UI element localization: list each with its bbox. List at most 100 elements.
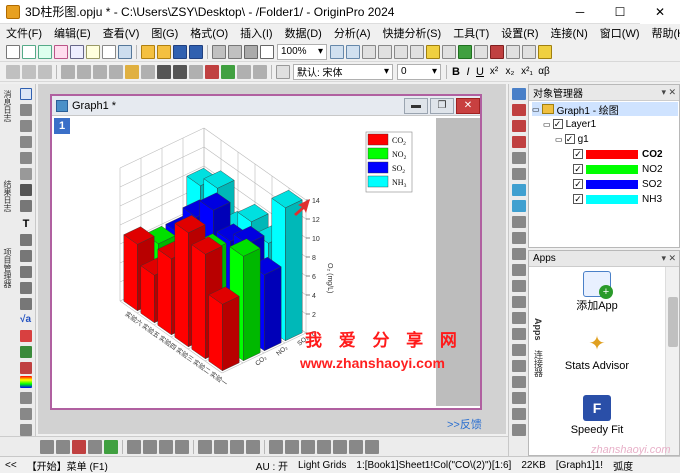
superscript-button[interactable]: x²	[486, 66, 502, 77]
layer-indicator[interactable]: 1	[54, 118, 70, 134]
import-icon[interactable]	[212, 44, 226, 59]
underline-button[interactable]: U	[474, 66, 486, 78]
image-tool-icon[interactable]	[20, 330, 32, 342]
selector-icon[interactable]	[20, 184, 32, 196]
collapse-icon[interactable]: ▭	[543, 120, 551, 129]
tree-series-so2[interactable]: ✓ SO2	[573, 177, 662, 191]
menu-window[interactable]: 窗口(W)	[594, 25, 646, 41]
menu-help[interactable]: 帮助(H)	[646, 25, 680, 41]
data-reader-icon[interactable]	[221, 64, 235, 79]
command-window-icon[interactable]	[442, 44, 456, 59]
stat-plot-icon[interactable]	[512, 216, 526, 228]
ternary-icon[interactable]	[512, 296, 526, 308]
align-bottom-icon[interactable]	[246, 439, 260, 454]
smith-chart-icon[interactable]	[512, 312, 526, 324]
layer-info-icon[interactable]	[253, 64, 267, 79]
menu-graph[interactable]: 图(G)	[145, 25, 184, 41]
new-matrix-icon[interactable]	[38, 44, 52, 59]
rescale-icon[interactable]	[61, 64, 75, 79]
find-icon[interactable]	[490, 44, 504, 59]
refresh-icon[interactable]	[362, 44, 376, 59]
status-start-menu[interactable]: 【开始】菜单 (F1)	[22, 458, 113, 473]
histogram-icon[interactable]	[512, 376, 526, 388]
heatmap-icon[interactable]	[512, 392, 526, 404]
table-icon[interactable]	[173, 64, 187, 79]
tree-series-nh3[interactable]: ✓ NH3	[573, 192, 662, 206]
graph-minimize-button[interactable]: ▬	[404, 97, 428, 114]
new-layout-icon[interactable]	[70, 44, 84, 59]
screen-reader-icon[interactable]	[20, 152, 32, 164]
new-graph-icon[interactable]	[54, 44, 68, 59]
legend-icon[interactable]	[189, 64, 203, 79]
3d-bar-icon[interactable]	[512, 424, 526, 436]
tree-group[interactable]: ▭ ✓ g1	[555, 132, 589, 146]
script-icon[interactable]	[458, 44, 472, 59]
polygon-tool-icon[interactable]	[20, 408, 32, 420]
zoom-pan-icon[interactable]	[20, 104, 32, 116]
feedback-link[interactable]: >>反馈	[447, 416, 482, 432]
pane-controls[interactable]: ▾ ✕	[661, 253, 679, 264]
pie-plot-icon[interactable]	[512, 344, 526, 356]
group-icon[interactable]	[93, 64, 107, 79]
menu-view[interactable]: 查看(V)	[97, 25, 146, 41]
bubble-plot-icon[interactable]	[512, 408, 526, 420]
object-tool-icon[interactable]	[20, 362, 32, 374]
zoom-select[interactable]: 100% ▾	[277, 43, 327, 60]
open-folder-icon[interactable]	[141, 44, 155, 59]
fill-color-icon[interactable]	[104, 439, 118, 454]
scale-in-icon[interactable]	[20, 120, 32, 132]
curved-arrow-icon[interactable]	[20, 250, 32, 262]
greek-button[interactable]: αβ	[536, 66, 552, 77]
arrange-icon[interactable]	[141, 64, 155, 79]
line-tool-icon[interactable]	[20, 266, 32, 278]
symbol-edge-icon[interactable]	[175, 439, 189, 454]
redo-icon[interactable]	[22, 64, 36, 79]
series-checkbox[interactable]: ✓	[573, 194, 583, 204]
connectors-tab[interactable]: 连接器	[532, 350, 543, 377]
text-tool-icon[interactable]: T	[20, 218, 32, 230]
status-collapse[interactable]: <<	[0, 460, 22, 471]
draw-data-icon[interactable]	[20, 200, 32, 212]
tree-series-co2[interactable]: ✓ CO2	[573, 147, 663, 161]
duplicate-icon[interactable]	[378, 44, 392, 59]
messages-log-tab[interactable]: 消息日志	[2, 90, 12, 122]
results-log-tab[interactable]: 结果日志	[2, 180, 12, 212]
circle-tool-icon[interactable]	[20, 392, 32, 404]
app-speedy-fit[interactable]: F Speedy Fit	[547, 395, 647, 437]
rotate-icon[interactable]	[20, 136, 32, 148]
scatter-plot-icon[interactable]	[512, 120, 526, 132]
flip-icon[interactable]	[365, 439, 379, 454]
reset-icon[interactable]	[38, 64, 52, 79]
print-icon[interactable]	[244, 44, 258, 59]
pointer-icon[interactable]	[20, 88, 32, 100]
contour-plot-icon[interactable]	[512, 184, 526, 196]
minimize-button[interactable]: ─	[560, 0, 600, 24]
save-icon[interactable]	[173, 44, 187, 59]
timestamp-icon[interactable]	[237, 64, 251, 79]
menu-analysis[interactable]: 分析(A)	[328, 25, 377, 41]
open-template-icon[interactable]	[157, 44, 171, 59]
mask-tool-icon[interactable]	[20, 346, 32, 358]
front-icon[interactable]	[269, 439, 283, 454]
vector-plot-icon[interactable]	[512, 328, 526, 340]
menu-edit[interactable]: 编辑(E)	[48, 25, 97, 41]
status-angle-unit[interactable]: 弧度	[608, 458, 638, 473]
code-builder-icon[interactable]	[394, 44, 408, 59]
collapse-icon[interactable]: ▭	[555, 135, 563, 144]
project-manager-tab[interactable]: 项目管理器	[2, 248, 12, 288]
status-au[interactable]: AU : 开	[251, 458, 293, 473]
menu-format[interactable]: 格式(O)	[184, 25, 234, 41]
tree-series-no2[interactable]: ✓ NO2	[573, 162, 663, 176]
close-button[interactable]: ✕	[640, 0, 680, 24]
forward-icon[interactable]	[301, 439, 315, 454]
supsub-button[interactable]: x²₁	[518, 66, 536, 77]
new-workbook-icon[interactable]	[22, 44, 36, 59]
color-picker-icon[interactable]	[20, 376, 32, 388]
new-function-icon[interactable]	[102, 44, 116, 59]
apps-tab[interactable]: Apps	[532, 318, 543, 341]
ungroup-icon[interactable]	[109, 64, 123, 79]
save-template-icon[interactable]	[189, 44, 203, 59]
new-notes-icon[interactable]	[86, 44, 100, 59]
app-add[interactable]: + 添加App	[547, 271, 647, 313]
align-right-icon[interactable]	[214, 439, 228, 454]
